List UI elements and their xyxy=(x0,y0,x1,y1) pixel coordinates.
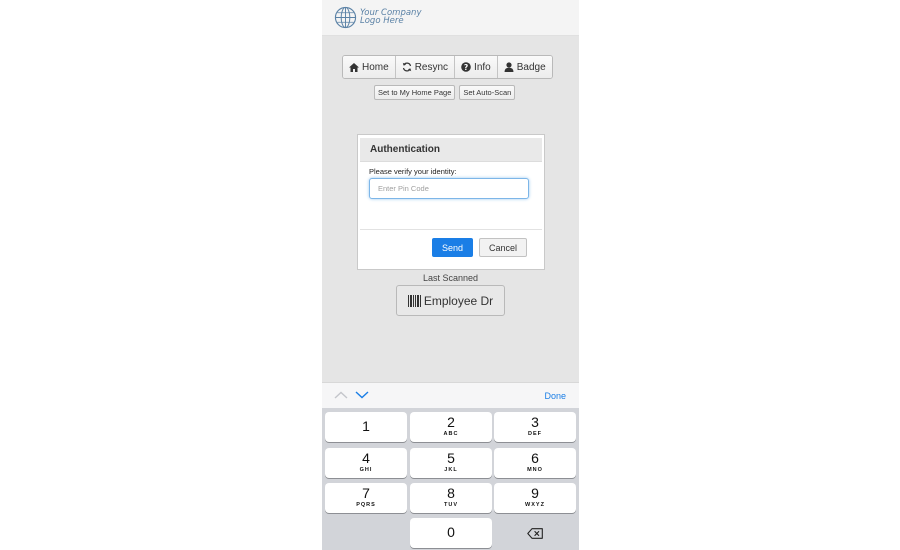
numeric-keypad: 1 2 ABC 3 DEF 4 GHI 5 JKL 6 MNO 7 PQRS 8… xyxy=(322,408,579,550)
cancel-button[interactable]: Cancel xyxy=(479,238,527,257)
badge-button-label: Badge xyxy=(516,61,546,73)
last-scanned-value: Employee Dr xyxy=(423,293,494,308)
key-digit: 4 xyxy=(362,450,370,466)
dialog-header: Authentication xyxy=(360,138,542,162)
set-auto-scan-button[interactable]: Set Auto-Scan xyxy=(459,85,516,100)
key-letters: ABC xyxy=(443,431,459,437)
key-digit: 7 xyxy=(362,485,370,501)
refresh-icon xyxy=(402,62,411,72)
key-letters: JKL xyxy=(444,467,458,473)
key-4[interactable]: 4 GHI xyxy=(325,448,407,478)
key-9[interactable]: 9 WXYZ xyxy=(494,483,576,513)
last-scanned-label: Last Scanned xyxy=(422,273,479,283)
set-home-page-button[interactable]: Set to My Home Page xyxy=(374,85,456,100)
delete-key[interactable] xyxy=(494,518,576,548)
key-letters: WXYZ xyxy=(525,502,545,508)
key-1[interactable]: 1 xyxy=(325,412,407,442)
key-3[interactable]: 3 DEF xyxy=(494,412,576,442)
resync-button-label: Resync xyxy=(414,61,449,73)
last-scanned-button[interactable]: Employee Dr xyxy=(396,285,505,316)
resync-button[interactable]: Resync xyxy=(395,56,456,78)
send-button[interactable]: Send xyxy=(432,238,473,257)
verify-identity-label: Please verify your identity: xyxy=(369,167,457,176)
home-button[interactable]: Home xyxy=(343,56,396,78)
info-button-label: Info xyxy=(474,61,491,73)
key-digit: 3 xyxy=(531,414,539,430)
info-button[interactable]: ? Info xyxy=(455,56,498,78)
key-digit: 5 xyxy=(447,450,455,466)
user-icon xyxy=(504,62,514,72)
home-icon xyxy=(349,62,359,72)
key-letters: GHI xyxy=(359,467,373,473)
barcode-icon xyxy=(407,294,421,307)
dialog-divider xyxy=(360,229,542,230)
backspace-icon xyxy=(527,527,543,539)
key-0[interactable]: 0 xyxy=(410,518,492,548)
key-digit: 8 xyxy=(447,485,455,501)
keyboard-toolbar: Done xyxy=(322,382,579,409)
key-digit: 6 xyxy=(531,450,539,466)
key-digit: 9 xyxy=(531,485,539,501)
pin-code-input[interactable] xyxy=(369,178,529,199)
key-letters: MNO xyxy=(527,467,543,473)
chevron-up-icon[interactable] xyxy=(334,391,348,399)
key-digit: 0 xyxy=(447,524,455,540)
home-button-label: Home xyxy=(362,61,389,73)
key-digit: 1 xyxy=(362,418,370,434)
company-logo-text: Your Company Logo Here xyxy=(360,9,421,26)
key-letters: DEF xyxy=(528,431,542,437)
key-6[interactable]: 6 MNO xyxy=(494,448,576,478)
key-8[interactable]: 8 TUV xyxy=(410,483,492,513)
key-letters: PQRS xyxy=(356,502,376,508)
svg-text:?: ? xyxy=(464,63,468,72)
nav-button-group: Home Resync ? Info Badge xyxy=(342,55,553,79)
dialog-title: Authentication xyxy=(370,144,440,155)
globe-icon xyxy=(334,6,357,29)
done-button[interactable]: Done xyxy=(544,391,566,401)
chevron-down-icon[interactable] xyxy=(355,391,369,399)
logo-line-2: Logo Here xyxy=(360,16,404,26)
question-circle-icon: ? xyxy=(461,62,471,72)
key-digit: 2 xyxy=(447,414,455,430)
logo-bar: Your Company Logo Here xyxy=(322,0,579,36)
app-screen: Your Company Logo Here Home Resync ? Inf… xyxy=(322,0,579,550)
key-letters: TUV xyxy=(444,502,458,508)
key-2[interactable]: 2 ABC xyxy=(410,412,492,442)
key-7[interactable]: 7 PQRS xyxy=(325,483,407,513)
secondary-actions: Set to My Home Page Set Auto-Scan xyxy=(374,85,516,100)
badge-button[interactable]: Badge xyxy=(497,56,552,78)
key-5[interactable]: 5 JKL xyxy=(410,448,492,478)
authentication-dialog: Authentication Please verify your identi… xyxy=(357,134,545,270)
